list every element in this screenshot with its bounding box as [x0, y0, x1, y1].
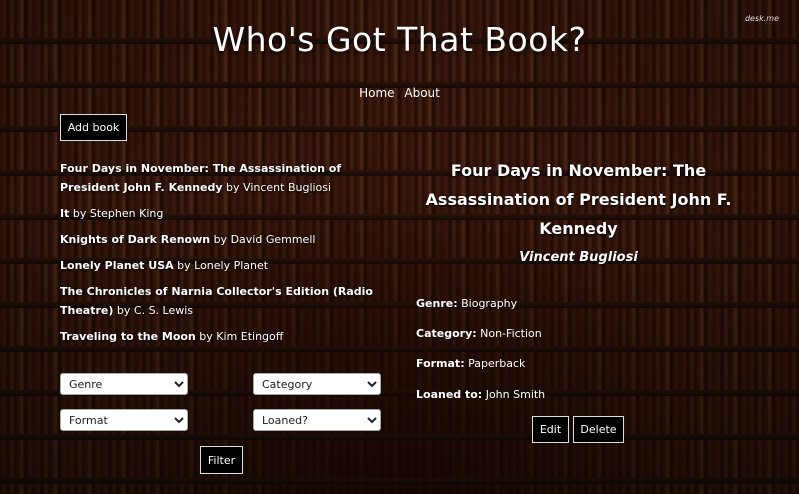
book-title: Traveling to the Moon — [60, 330, 196, 343]
book-author: Kim Etingoff — [216, 330, 284, 343]
detail-title: Four Days in November: The Assassination… — [425, 161, 732, 238]
book-by: by — [113, 304, 134, 317]
book-by: by — [222, 181, 244, 194]
book-title: Lonely Planet USA — [60, 259, 174, 272]
book-author: Lonely Planet — [194, 259, 269, 272]
book-list-item[interactable]: Traveling to the Moon by Kim Etingoff — [60, 327, 390, 346]
book-detail-panel: Four Days in November: The Assassination… — [415, 156, 742, 265]
book-by: by — [195, 330, 217, 343]
delete-button[interactable]: Delete — [573, 416, 624, 443]
book-list-item[interactable]: Knights of Dark Renown by David Gemmell — [60, 230, 390, 249]
loaned-filter-select[interactable]: Loaned? — [253, 409, 381, 431]
book-list-item[interactable]: Four Days in November: The Assassination… — [60, 159, 390, 197]
loaned-value: John Smith — [485, 388, 546, 401]
book-author: Stephen King — [89, 207, 164, 220]
book-list-item[interactable]: Lonely Planet USA by Lonely Planet — [60, 256, 390, 275]
book-by: by — [210, 233, 231, 246]
category-label: Category: — [416, 327, 477, 340]
genre-label: Genre: — [416, 297, 458, 310]
book-by: by — [69, 207, 90, 220]
format-filter-select[interactable]: Format — [60, 409, 188, 431]
book-list: Four Days in November: The Assassination… — [60, 159, 390, 353]
detail-category: Category: Non-Fiction — [416, 327, 542, 340]
category-value: Non-Fiction — [480, 327, 542, 340]
filter-button[interactable]: Filter — [200, 446, 243, 474]
book-title: It — [60, 207, 70, 220]
book-author: Vincent Bugliosi — [243, 181, 332, 194]
format-label: Format: — [416, 357, 465, 370]
book-title: The Chronicles of Narnia Collector's Edi… — [60, 285, 373, 317]
genre-value: Biography — [461, 297, 518, 310]
detail-author: Vincent Bugliosi — [519, 250, 638, 265]
page-title: Who's Got That Book? — [212, 20, 587, 59]
nav-home-link[interactable]: Home — [359, 86, 394, 100]
detail-format: Format: Paperback — [416, 357, 525, 370]
book-by: by — [173, 259, 195, 272]
edit-button[interactable]: Edit — [532, 416, 569, 443]
book-list-item[interactable]: The Chronicles of Narnia Collector's Edi… — [60, 282, 390, 320]
detail-genre: Genre: Biography — [416, 297, 517, 310]
category-filter-select[interactable]: Category — [253, 373, 381, 395]
book-list-item[interactable]: It by Stephen King — [60, 204, 390, 223]
genre-filter-select[interactable]: Genre — [60, 373, 188, 395]
add-book-button[interactable]: Add book — [60, 114, 127, 141]
detail-loaned: Loaned to: John Smith — [416, 388, 545, 401]
book-author: David Gemmell — [230, 233, 316, 246]
book-title: Knights of Dark Renown — [60, 233, 211, 246]
loaned-label: Loaned to: — [416, 388, 483, 401]
nav-about-link[interactable]: About — [404, 86, 439, 100]
book-author: C. S. Lewis — [133, 304, 194, 317]
top-nav: Home About — [0, 86, 799, 100]
format-value: Paperback — [468, 357, 526, 370]
